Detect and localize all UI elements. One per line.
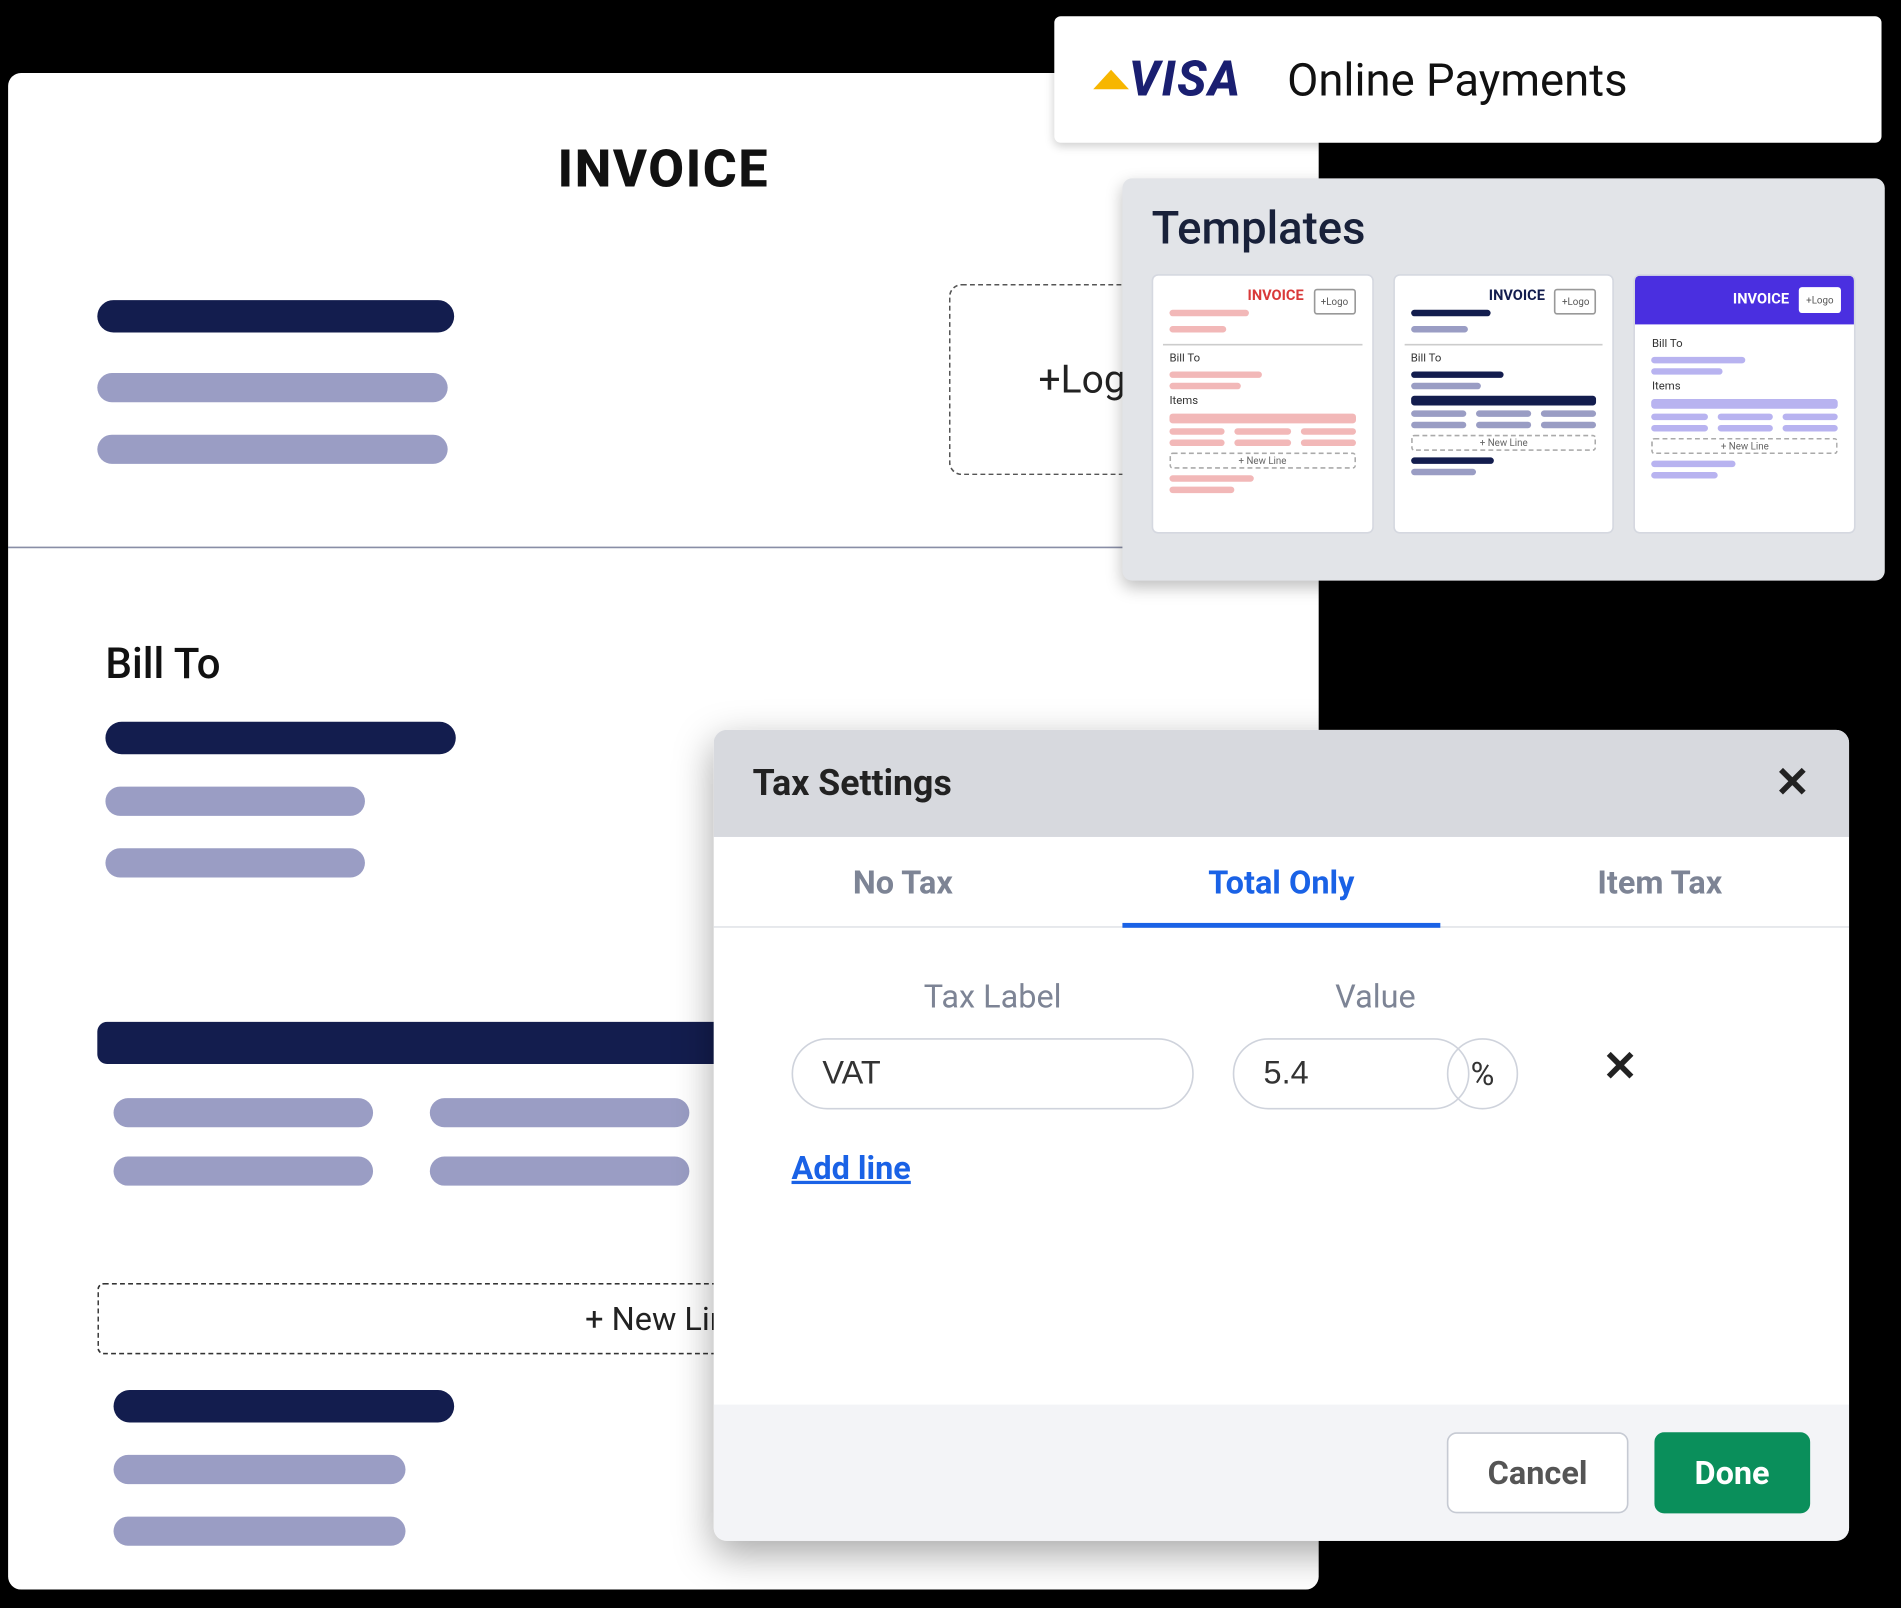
tab-no-tax[interactable]: No Tax — [714, 837, 1092, 926]
done-button[interactable]: Done — [1654, 1432, 1810, 1513]
placeholder-bar — [430, 1098, 690, 1127]
tab-item-tax[interactable]: Item Tax — [1471, 837, 1849, 926]
percent-unit: % — [1447, 1038, 1518, 1109]
template-logo-slot: +Logo — [1799, 287, 1841, 313]
remove-row-icon[interactable]: ✕ — [1603, 1043, 1638, 1092]
cancel-button[interactable]: Cancel — [1447, 1432, 1628, 1513]
placeholder-bar — [97, 300, 454, 332]
items-block — [114, 1098, 690, 1215]
template-title: INVOICE — [1733, 292, 1789, 308]
visa-logo-icon: VISA — [1093, 51, 1241, 108]
placeholder-bar — [105, 848, 365, 877]
templates-title: Templates — [1152, 201, 1856, 255]
tax-value-input[interactable] — [1233, 1038, 1470, 1109]
template-newline: + New Line — [1411, 435, 1597, 451]
tab-total-only[interactable]: Total Only — [1092, 837, 1470, 926]
placeholder-bar — [105, 787, 365, 816]
modal-header: Tax Settings ✕ — [714, 730, 1849, 837]
placeholder-bar — [97, 373, 447, 402]
tax-label-input[interactable] — [792, 1038, 1194, 1109]
placeholder-bar — [430, 1156, 690, 1185]
tax-label-heading: Tax Label — [924, 976, 1062, 1015]
template-option-red[interactable]: INVOICE +Logo Bill To Items — [1152, 274, 1374, 534]
placeholder-bar — [114, 1390, 455, 1422]
bill-to-block — [105, 722, 455, 878]
tax-value-heading: Value — [1335, 976, 1416, 1015]
placeholder-bar — [97, 435, 447, 464]
online-payments-label: Online Payments — [1287, 53, 1627, 107]
tax-settings-modal: Tax Settings ✕ No Tax Total Only Item Ta… — [714, 730, 1849, 1541]
template-newline: + New Line — [1169, 453, 1355, 469]
invoice-from-block — [97, 300, 454, 464]
placeholder-bar — [114, 1098, 374, 1127]
template-option-purple[interactable]: INVOICE +Logo Bill To Items — [1634, 274, 1855, 534]
template-title: INVOICE — [1248, 289, 1304, 305]
placeholder-bar — [114, 1156, 374, 1185]
modal-footer: Cancel Done — [714, 1405, 1849, 1541]
template-newline: + New Line — [1652, 438, 1838, 454]
online-payments-banner[interactable]: VISA Online Payments — [1054, 16, 1881, 143]
templates-panel: Templates INVOICE +Logo Bill To — [1122, 178, 1884, 580]
template-option-navy[interactable]: INVOICE +Logo Bill To — [1393, 274, 1615, 534]
template-logo-slot: +Logo — [1313, 289, 1355, 315]
bill-to-label: Bill To — [105, 641, 220, 690]
tax-tabs: No Tax Total Only Item Tax — [714, 837, 1849, 928]
template-billto-label: Bill To — [1652, 337, 1838, 350]
modal-title: Tax Settings — [753, 763, 952, 804]
placeholder-bar — [114, 1517, 406, 1546]
visa-brand-text: VISA — [1129, 51, 1242, 108]
add-line-link[interactable]: Add line — [792, 1148, 911, 1187]
template-billto-label: Bill To — [1169, 352, 1355, 365]
placeholder-bar — [105, 722, 455, 754]
placeholder-bar — [114, 1455, 406, 1484]
template-title: INVOICE — [1489, 289, 1545, 305]
template-billto-label: Bill To — [1411, 352, 1597, 365]
totals-block — [114, 1390, 455, 1546]
close-icon[interactable]: ✕ — [1775, 759, 1810, 808]
template-logo-slot: +Logo — [1555, 289, 1597, 315]
